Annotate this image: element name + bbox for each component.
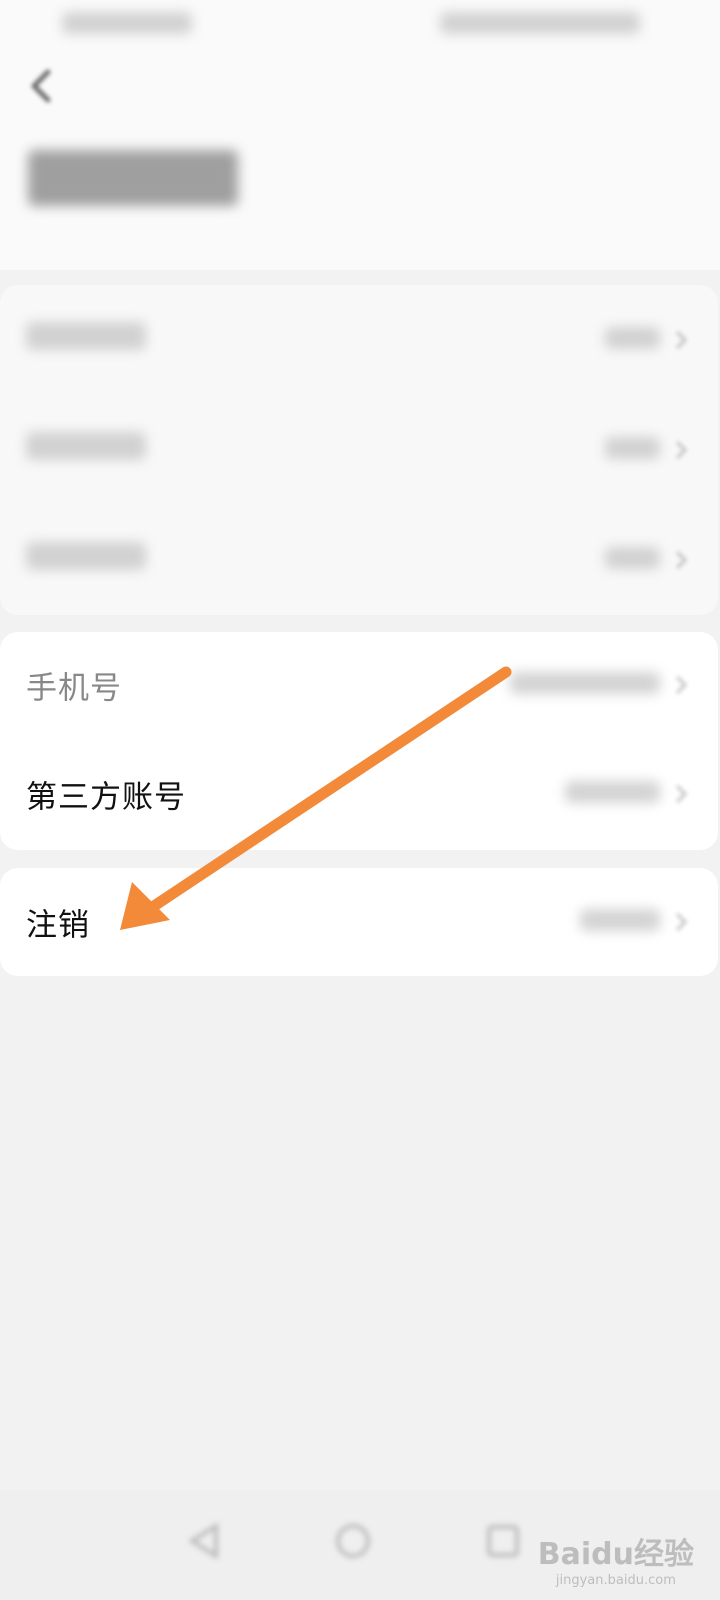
chevron-right-icon	[675, 550, 688, 570]
status-bar	[0, 0, 720, 50]
back-triangle-icon[interactable]	[180, 1516, 230, 1566]
phone-row[interactable]: 手机号	[0, 632, 718, 738]
security-row-2-value	[605, 437, 660, 463]
watermark-text: Baidu经验	[537, 1537, 694, 1572]
chevron-left-icon[interactable]	[22, 66, 62, 106]
status-left-indicators	[62, 12, 192, 38]
chevron-right-icon	[675, 330, 688, 350]
phone-label: 手机号	[26, 670, 122, 707]
chevron-right-icon	[675, 440, 688, 460]
security-row-3[interactable]	[0, 505, 718, 615]
cancel-row[interactable]: 注销	[0, 868, 718, 976]
security-row-1-value	[605, 327, 660, 353]
status-right-indicators	[440, 12, 640, 38]
chevron-right-icon	[675, 675, 688, 695]
phone-value	[510, 672, 660, 698]
cancel-value	[580, 909, 660, 935]
chevron-right-icon	[675, 784, 688, 804]
recents-square-icon[interactable]	[478, 1516, 528, 1566]
security-row-3-label	[26, 542, 146, 578]
security-row-1-label	[26, 322, 146, 358]
security-row-3-value	[605, 547, 660, 573]
cancel-account-card: 注销	[0, 868, 718, 976]
account-card: 手机号 第三方账号	[0, 632, 718, 850]
security-row-1[interactable]	[0, 285, 718, 395]
watermark-url: jingyan.baidu.com	[555, 1573, 676, 1588]
chevron-right-icon	[675, 912, 688, 932]
security-row-2[interactable]	[0, 395, 718, 505]
third-party-account-value	[565, 781, 660, 807]
cancel-label: 注销	[26, 907, 90, 944]
third-party-account-row[interactable]: 第三方账号	[0, 738, 718, 850]
security-row-2-label	[26, 432, 146, 468]
third-party-account-label: 第三方账号	[26, 779, 186, 816]
home-circle-icon[interactable]	[328, 1516, 378, 1566]
baidu-watermark: Baidu经验 jingyan.baidu.com	[538, 1529, 694, 1588]
security-settings-card	[0, 285, 718, 615]
page-title	[28, 150, 238, 210]
header	[0, 50, 720, 270]
